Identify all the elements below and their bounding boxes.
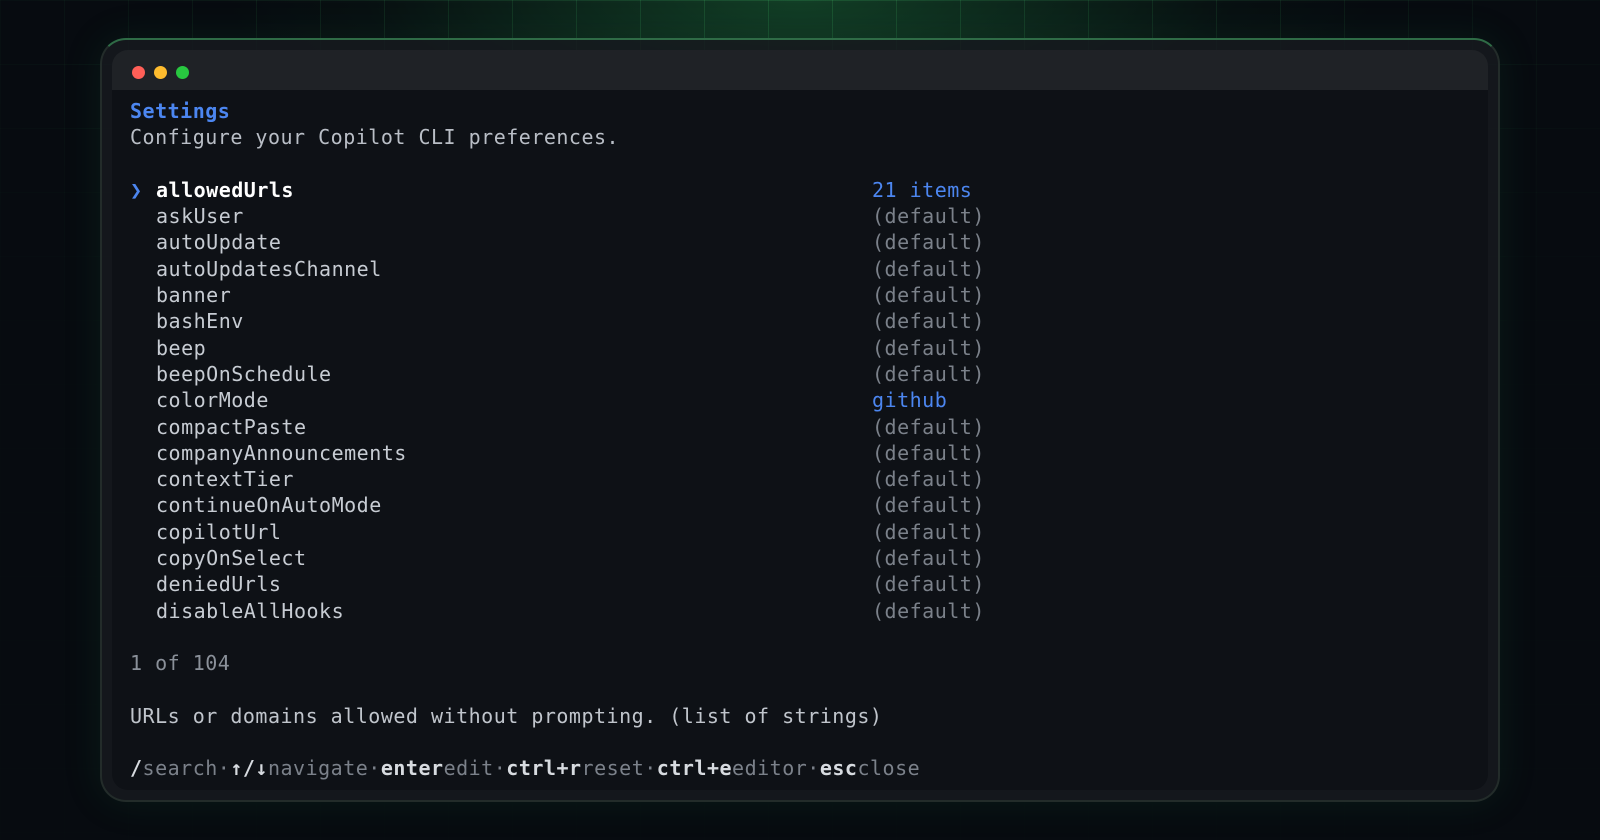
setting-name: bashEnv (156, 309, 244, 334)
settings-row[interactable]: banner (default) (130, 282, 1488, 308)
setting-value: (default) (872, 414, 985, 439)
settings-row[interactable]: askUser (default) (130, 203, 1488, 229)
minimize-window-dot[interactable] (154, 66, 167, 79)
setting-name: compactPaste (156, 414, 307, 439)
help-action: edit (443, 756, 494, 781)
setting-name: autoUpdate (156, 230, 282, 255)
setting-name: beepOnSchedule (156, 361, 332, 386)
settings-row[interactable]: beep (default) (130, 335, 1488, 361)
settings-row[interactable]: disableAllHooks (default) (130, 598, 1488, 624)
setting-name: askUser (156, 204, 244, 229)
window-titlebar (112, 50, 1488, 90)
setting-name: banner (156, 283, 232, 308)
settings-row[interactable]: deniedUrls (default) (130, 571, 1488, 597)
setting-value: (default) (872, 309, 985, 334)
setting-name: autoUpdatesChannel (156, 256, 382, 281)
help-action: navigate (267, 756, 369, 781)
setting-value: (default) (872, 204, 985, 229)
settings-row[interactable]: continueOnAutoMode (default) (130, 492, 1488, 518)
setting-name: deniedUrls (156, 572, 282, 597)
setting-value: (default) (872, 572, 985, 597)
setting-value: (default) (872, 440, 985, 465)
settings-list: ❯ allowedUrls 21 items askUser (default) auto… (130, 177, 1488, 624)
help-separator: · (368, 756, 381, 781)
settings-row[interactable]: copyOnSelect (default) (130, 545, 1488, 571)
setting-name: beep (156, 335, 207, 360)
maximize-window-dot[interactable] (176, 66, 189, 79)
setting-description: URLs or domains allowed without promptin… (130, 703, 883, 728)
settings-row[interactable]: autoUpdate (default) (130, 229, 1488, 255)
page-subtitle: Configure your Copilot CLI preferences. (130, 125, 620, 150)
setting-name: disableAllHooks (156, 598, 345, 623)
setting-value: (default) (872, 467, 985, 492)
settings-row[interactable]: colorMode github (130, 387, 1488, 413)
position-counter: 1 of 104 (130, 651, 231, 676)
help-action: editor (732, 756, 808, 781)
help-key: enter (380, 756, 444, 781)
setting-value: (default) (872, 546, 985, 571)
setting-name: contextTier (156, 467, 294, 492)
setting-value: (default) (872, 361, 985, 386)
settings-row[interactable]: companyAnnouncements (default) (130, 440, 1488, 466)
settings-row[interactable]: bashEnv (default) (130, 308, 1488, 334)
setting-name: companyAnnouncements (156, 440, 407, 465)
help-key: ctrl+r (506, 756, 582, 781)
help-separator: · (644, 756, 657, 781)
help-key: / (130, 756, 143, 781)
close-window-dot[interactable] (132, 66, 145, 79)
settings-row[interactable]: autoUpdatesChannel (default) (130, 256, 1488, 282)
help-separator: · (493, 756, 507, 781)
help-key: esc (819, 756, 858, 781)
help-separator: · (217, 756, 231, 781)
keyboard-help-bar: / search · ↑/↓ navigate · enter edit · c… (130, 755, 1488, 781)
setting-name: colorMode (156, 388, 269, 413)
settings-row[interactable]: copilotUrl (default) (130, 519, 1488, 545)
setting-value: (default) (872, 335, 985, 360)
help-action: close (857, 756, 921, 781)
help-action: search (142, 756, 218, 781)
setting-value: (default) (872, 256, 985, 281)
setting-value: (default) (872, 230, 985, 255)
setting-name: copilotUrl (156, 519, 282, 544)
setting-value: (default) (872, 598, 985, 623)
setting-value: (default) (872, 493, 985, 518)
setting-value: 21 items (872, 177, 973, 202)
page-title: Settings (130, 99, 231, 123)
setting-name: copyOnSelect (156, 546, 307, 571)
setting-value: github (872, 388, 948, 413)
settings-row[interactable]: contextTier (default) (130, 466, 1488, 492)
terminal-window: Settings Configure your Copilot CLI pref… (100, 38, 1500, 802)
setting-name: continueOnAutoMode (156, 493, 382, 518)
terminal-content: Settings Configure your Copilot CLI pref… (112, 90, 1488, 790)
help-key: ctrl+e (656, 756, 733, 781)
help-action: reset (581, 756, 645, 781)
setting-name: allowedUrls (156, 177, 294, 202)
setting-value: (default) (872, 283, 985, 308)
settings-row[interactable]: beepOnSchedule (default) (130, 361, 1488, 387)
help-key: ↑/↓ (230, 756, 268, 781)
settings-row[interactable]: ❯ allowedUrls 21 items (130, 177, 1488, 203)
setting-value: (default) (872, 519, 985, 544)
selection-marker-icon: ❯ (130, 177, 143, 202)
help-separator: · (807, 756, 820, 781)
settings-row[interactable]: compactPaste (default) (130, 414, 1488, 440)
